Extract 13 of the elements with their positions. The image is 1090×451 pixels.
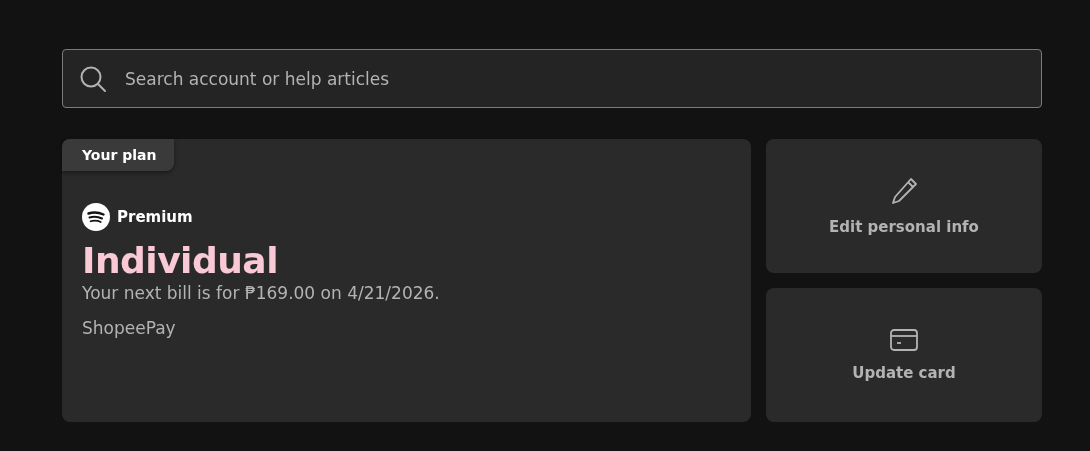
payment-method: ShopeePay [82,318,177,338]
update-card-button[interactable]: Update card [766,288,1042,422]
logo-icon [82,203,110,231]
search-field[interactable]: Search account or help articles [62,49,1042,108]
plan-name: Individual [82,239,279,283]
search-icon [79,64,107,93]
edit-info-button[interactable]: Edit personal info [766,139,1042,273]
search-input[interactable]: Search account or help articles [123,67,1025,90]
credit-card-icon [889,328,919,352]
plan-brand: Premium [117,208,193,226]
plan-tag: Your plan [62,139,175,171]
pencil-icon [889,176,919,206]
bill-text: Your next bill is for ₱169.00 on 4/21/2026. [82,283,441,303]
